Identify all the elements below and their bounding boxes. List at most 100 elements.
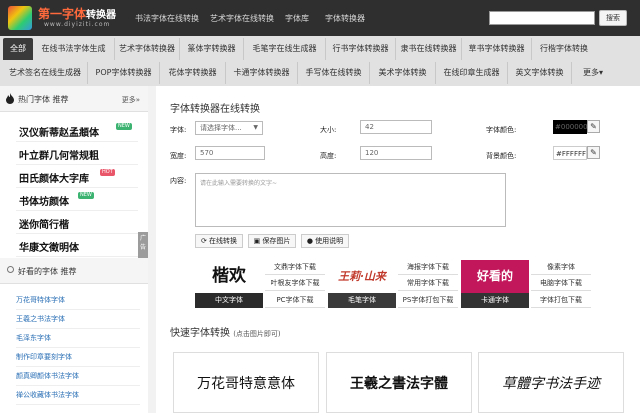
- hot-font-item[interactable]: 叶立群几何常规粗: [16, 143, 138, 165]
- tile-category[interactable]: 中文字体: [195, 293, 263, 308]
- topnav-art[interactable]: 艺术字体在线转换: [210, 13, 274, 24]
- hot-badge: HOT: [100, 169, 115, 176]
- hot-font-item[interactable]: 华康文徵明体: [16, 235, 138, 257]
- tile-art[interactable]: 王莉·山来: [328, 260, 396, 293]
- hot-fonts-more-link[interactable]: 更多»: [122, 95, 140, 105]
- height-input[interactable]: 120: [360, 146, 432, 160]
- size-input[interactable]: 42: [360, 120, 432, 134]
- category-item[interactable]: 毛笔字在线生成器: [244, 38, 326, 60]
- tile-link[interactable]: 字体打包下载: [531, 293, 591, 308]
- hot-font-name: 书体坊颜体: [19, 197, 69, 208]
- topnav-converter[interactable]: 字体转换器: [325, 13, 365, 24]
- category-item[interactable]: 在线印章生成器: [436, 62, 508, 84]
- top-header: 第一字体转换器 www.diyiziti.com 书法字体在线转换 艺术字体在线…: [0, 0, 640, 36]
- category-item[interactable]: 艺术签名在线生成器: [3, 62, 88, 84]
- font-select[interactable]: 请选择字体... ▼: [195, 121, 263, 135]
- hot-font-name: 迷你简行楷: [19, 220, 69, 231]
- preview-card[interactable]: 万花哥特意意体: [173, 352, 319, 413]
- good-font-link[interactable]: 颜真卿颜体书法字体: [16, 367, 140, 386]
- info-icon: ●: [306, 237, 313, 245]
- circle-icon: [7, 266, 14, 273]
- promo-tile: 好看的 卡通字体 像素字体 电脑字体下载 字体打包下载: [461, 260, 593, 308]
- new-badge: NEW: [78, 192, 94, 199]
- tile-category[interactable]: 毛笔字体: [328, 293, 396, 308]
- new-badge: NEW: [116, 123, 132, 130]
- converter-panel: 字体转换器在线转换 字体: 请选择字体... ▼ 大小: 42 字体颜色: #0…: [156, 86, 640, 413]
- category-item[interactable]: POP字体转换器: [88, 62, 160, 84]
- save-image-button[interactable]: ▣ 保存图片: [248, 234, 296, 248]
- tile-link[interactable]: 常用字体下载: [398, 276, 458, 291]
- tile-link[interactable]: 像素字体: [531, 260, 591, 275]
- preview-card[interactable]: 王羲之書法字體: [326, 352, 472, 413]
- category-item[interactable]: 卡通字体转换器: [226, 62, 298, 84]
- hot-font-item[interactable]: 汉仪新蒂赵孟頫体 NEW: [16, 120, 138, 142]
- font-label: 字体:: [170, 126, 187, 134]
- font-color-input[interactable]: #000000: [553, 120, 588, 134]
- good-fonts-header: 好看的字体 推荐: [0, 258, 148, 284]
- convert-button[interactable]: ⟳ 在线转换: [195, 234, 243, 248]
- tile-art[interactable]: 楷欢: [195, 260, 263, 293]
- tile-link[interactable]: 叶根友字体下载: [265, 276, 325, 291]
- content-textarea[interactable]: 请在此输入需要转换的文字~: [195, 173, 506, 227]
- tile-link[interactable]: 电脑字体下载: [531, 276, 591, 291]
- preview-card[interactable]: 草體字书法手迹: [478, 352, 624, 413]
- topnav-library[interactable]: 字体库: [285, 13, 309, 24]
- site-name: 第一字体转换器: [38, 7, 117, 21]
- font-color-label: 字体颜色:: [486, 126, 517, 134]
- category-item[interactable]: 隶书在线转换器: [396, 38, 462, 60]
- hot-font-name: 汉仪新蒂赵孟頫体: [19, 128, 99, 139]
- promo-tile: 王莉·山来 毛笔字体 海报字体下载 常用字体下载 PS字体打包下载: [328, 260, 460, 308]
- category-more[interactable]: 更多▾: [576, 62, 610, 84]
- hot-font-item[interactable]: 田氏颜体大字库 HOT: [16, 166, 138, 188]
- category-item[interactable]: 手写体在线转换: [298, 62, 370, 84]
- category-item[interactable]: 艺术字体转换器: [115, 38, 180, 60]
- image-icon: ▣: [253, 237, 261, 245]
- flame-icon: [6, 93, 14, 104]
- hot-font-item[interactable]: 书体坊颜体 NEW: [16, 189, 138, 211]
- category-item[interactable]: 美术字体转换: [370, 62, 436, 84]
- good-font-link[interactable]: 禅公收藏体书法字体: [16, 386, 140, 405]
- hot-font-name: 华康文徵明体: [19, 243, 79, 254]
- page-title: 字体转换器在线转换: [170, 104, 260, 115]
- hot-fonts-title: 热门字体 推荐: [18, 95, 69, 104]
- category-item[interactable]: 草书字体转换器: [462, 38, 532, 60]
- good-font-link[interactable]: 制作印章要刻字体: [16, 348, 140, 367]
- site-logo[interactable]: 第一字体转换器 www.diyiziti.com: [8, 4, 123, 32]
- tile-link[interactable]: PC字体下载: [265, 293, 325, 308]
- hot-font-name: 叶立群几何常规粗: [19, 151, 99, 162]
- width-input[interactable]: 570: [195, 146, 265, 160]
- tile-category[interactable]: 卡通字体: [461, 293, 529, 308]
- tile-link[interactable]: 海报字体下载: [398, 260, 458, 275]
- good-fonts-title: 好看的字体 推荐: [18, 267, 77, 276]
- color-picker-icon[interactable]: ✎: [587, 120, 600, 133]
- site-url: www.diyiziti.com: [44, 21, 111, 28]
- quick-convert-title: 快速字体转换 (点击图片即可): [170, 328, 281, 339]
- tile-art[interactable]: 好看的: [461, 260, 529, 293]
- bg-color-input[interactable]: #FFFFFF: [553, 146, 587, 160]
- category-all[interactable]: 全部: [3, 38, 33, 60]
- category-item[interactable]: 在线书法字体生成: [33, 38, 115, 60]
- refresh-icon: ⟳: [200, 237, 207, 245]
- search-button[interactable]: 搜索: [599, 10, 627, 26]
- search-input[interactable]: [489, 11, 595, 25]
- logo-mark-icon: [8, 6, 32, 30]
- tile-link[interactable]: PS字体打包下载: [398, 293, 458, 308]
- good-font-link[interactable]: 万花哥特体字体: [16, 291, 140, 310]
- height-label: 高度:: [320, 152, 337, 160]
- category-item[interactable]: 行楷字体转换: [532, 38, 596, 60]
- good-font-link[interactable]: 毛泽东字体: [16, 329, 140, 348]
- chevron-down-icon: ▼: [253, 124, 258, 131]
- topnav-calligraphy[interactable]: 书法字体在线转换: [135, 13, 199, 24]
- tile-link[interactable]: 文鼎字体下载: [265, 260, 325, 275]
- category-item[interactable]: 花体字转换器: [160, 62, 226, 84]
- hot-font-item[interactable]: 迷你简行楷: [16, 212, 138, 234]
- category-item[interactable]: 行书字体转换器: [326, 38, 396, 60]
- hot-fonts-header: 热门字体 推荐 更多»: [0, 86, 148, 112]
- good-font-link[interactable]: 王羲之书法字体: [16, 310, 140, 329]
- category-item[interactable]: 英文字体转换: [508, 62, 572, 84]
- sidebar: 热门字体 推荐 更多» 汉仪新蒂赵孟頫体 NEW 叶立群几何常规粗 田氏颜体大字…: [0, 86, 148, 413]
- category-item[interactable]: 篆体字转换器: [180, 38, 244, 60]
- color-picker-icon[interactable]: ✎: [587, 146, 600, 159]
- help-button[interactable]: ● 使用说明: [301, 234, 349, 248]
- category-bar: 全部 在线书法字体生成 艺术字体转换器 篆体字转换器 毛笔字在线生成器 行书字体…: [0, 36, 640, 86]
